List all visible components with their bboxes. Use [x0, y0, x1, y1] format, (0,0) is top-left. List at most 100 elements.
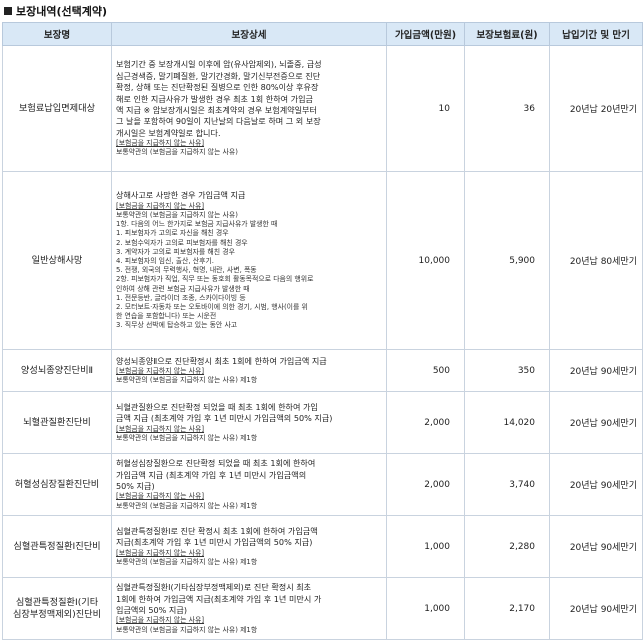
- period-cell: 20년납 90세만기: [549, 453, 643, 516]
- coverage-name: 일반상해사망: [31, 254, 83, 266]
- header-coverage-detail: 보장상세: [111, 22, 387, 46]
- exclusion-text-line: 보통약관의 (보험금을 지급하지 않는 사유): [116, 148, 238, 157]
- header-coverage-name: 보장명: [2, 22, 112, 46]
- exclusion-text-line: 보통약관의 (보험금을 지급하지 않는 사유) 제1항: [116, 625, 258, 634]
- exclusion-text-line: 2. 모터보트·자동차 또는 오토바이에 의한 경기, 시범, 행사(이를 위: [116, 303, 308, 312]
- coverage-name-cell: 일반상해사망: [2, 171, 112, 350]
- amount-cell: 500: [386, 349, 465, 392]
- coverage-table: 보장명 보장상세 가입금액(만원) 보장보험료(원) 납입기간 및 만기 보험료…: [2, 22, 643, 640]
- premium-cell: 14,020: [464, 391, 550, 454]
- detail-text-line: 지급(최초계약 가입 후 1년 미만시 가입금액의 50% 지급): [116, 537, 313, 548]
- exclusion-text-line: [보험금을 지급하지 않는 사유]: [116, 548, 205, 557]
- coverage-name-cell: 허혈성심장질환진단비: [2, 453, 112, 516]
- table-row: 심혈관특정질환Ⅰ진단비 심혈관특정질환Ⅰ로 진단 확정시 최초 1회에 한하여 가…: [2, 515, 643, 578]
- exclusion-text-line: 보통약관의 (보험금을 지급하지 않는 사유) 제1항: [116, 433, 258, 442]
- coverage-detail-cell: 심혈관특정질환Ⅰ(기타심장부정맥제외)로 진단 확정시 최초 1회에 한하여 가입…: [111, 577, 387, 640]
- period-cell: 20년납 80세만기: [549, 171, 643, 350]
- exclusion-text-line: 3. 직무상 선박에 탑승하고 있는 동안 사고: [116, 321, 238, 330]
- detail-text-line: 입금액의 50% 지급): [116, 605, 187, 615]
- exclusion-text-line: 보통약관의 (보험금을 지급하지 않는 사유) 제1항: [116, 557, 258, 566]
- coverage-name-cell: 심혈관특정질환Ⅰ진단비: [2, 515, 112, 578]
- amount-cell: 10: [386, 45, 465, 172]
- amount-cell: 1,000: [386, 515, 465, 578]
- premium-cell: 36: [464, 45, 550, 172]
- exclusion-text-line: 1항. 다음의 어느 한가지로 보험금 지급사유가 발생한 때: [116, 220, 278, 229]
- header-amount: 가입금액(만원): [386, 22, 465, 46]
- premium-cell: 5,900: [464, 171, 550, 350]
- header-period: 납입기간 및 만기: [549, 22, 643, 46]
- exclusion-text-line: [보험금을 지급하지 않는 사유]: [116, 367, 205, 375]
- coverage-name: 뇌혈관질환진단비: [23, 416, 91, 428]
- exclusion-text-line: 2항. 피보험자가 직업, 직무 또는 동호회 활동목적으로 다음의 행위로: [116, 275, 314, 284]
- detail-text-line: 금액 지급 (최초계약 가입 후 1년 미만시 가입금액의 50% 지급): [116, 413, 333, 424]
- premium-cell: 350: [464, 349, 550, 392]
- table-row: 허혈성심장질환진단비 허혈성심장질환으로 진단확정 되었을 때 최초 1회에 한하…: [2, 453, 643, 516]
- coverage-name: 심혈관특정질환Ⅰ(기타: [15, 596, 99, 608]
- exclusion-text-line: [보험금을 지급하지 않는 사유]: [116, 616, 205, 625]
- coverage-detail-cell: 뇌혈관질환으로 진단확정 되었을 때 최초 1회에 한하여 가입 금액 지급 (최…: [111, 391, 387, 454]
- exclusion-text-line: 2. 보험수익자가 고의로 피보험자를 해친 경우: [116, 238, 248, 247]
- detail-text-line: 50% 지급): [116, 481, 155, 491]
- coverage-name: 양성뇌종양진단비Ⅱ: [20, 364, 94, 376]
- coverage-name: 보험료납입면제대상: [18, 102, 96, 114]
- amount-cell: 2,000: [386, 453, 465, 516]
- exclusion-text-line: 보통약관의 (보험금을 지급하지 않는 사유) 제1항: [116, 501, 258, 510]
- detail-text-line: 확정, 상해 또는 진단확정된 질병으로 인한 80%이상 후유장: [116, 82, 319, 93]
- coverage-name-cell: 양성뇌종양진단비Ⅱ: [2, 349, 112, 392]
- table-row: 양성뇌종양진단비Ⅱ 양성뇌종양Ⅱ으로 진단확정시 최초 1회에 한하여 가입금액 …: [2, 349, 643, 392]
- header-premium: 보장보험료(원): [464, 22, 550, 46]
- coverage-detail-cell: 보험기간 중 보장개시일 이후에 암(유사암제외), 뇌졸중, 급성 심근경색증,…: [111, 45, 387, 172]
- coverage-name: 심혈관특정질환Ⅰ진단비: [13, 540, 101, 552]
- coverage-name-cell: 뇌혈관질환진단비: [2, 391, 112, 454]
- exclusion-text-line: [보험금을 지급하지 않는 사유]: [116, 424, 205, 433]
- detail-text-line: 심혈관특정질환Ⅰ로 진단 확정시 최초 1회에 한하여 가입금액: [116, 525, 318, 536]
- detail-text-line: 보험기간 중 보장개시일 이후에 암(유사암제외), 뇌졸중, 급성: [116, 59, 322, 70]
- detail-text-line: 가입금액 지급 (최초계약 가입 후 1년 미만시 가입금액의: [116, 469, 307, 480]
- detail-text-line: 해로 인한 지급사유가 발생한 경우 최초 1회 한하여 가입금: [116, 93, 313, 104]
- exclusion-text-line: 1. 전문등반, 글라이더 조종, 스카이다이빙 등: [116, 293, 246, 302]
- coverage-name-cell: 심혈관특정질환Ⅰ(기타 심장부정맥제외)진단비: [2, 577, 112, 640]
- detail-text-line: 1회에 한하여 가입금액 지급(최초계약 가입 후 1년 미만시 가: [116, 593, 322, 604]
- detail-text-line: 뇌혈관질환으로 진단확정 되었을 때 최초 1회에 한하여 가입: [116, 401, 318, 412]
- bullet-square-icon: [4, 7, 12, 15]
- coverage-detail-cell: 허혈성심장질환으로 진단확정 되었을 때 최초 1회에 한하여 가입금액 지급 (…: [111, 453, 387, 516]
- premium-cell: 2,170: [464, 577, 550, 640]
- detail-text-line: 상해사고로 사망한 경우 가입금액 지급: [116, 190, 246, 201]
- detail-text-line: 개시일은 보험계약일로 합니다.: [116, 127, 221, 138]
- coverage-detail-cell: 상해사고로 사망한 경우 가입금액 지급 [보험금을 지급하지 않는 사유] 보통약…: [111, 171, 387, 350]
- exclusion-text-line: [보험금을 지급하지 않는 사유]: [116, 201, 205, 210]
- period-cell: 20년납 20년만기: [549, 45, 643, 172]
- document-page: 보장내역(선택계약) 보장명 보장상세 가입금액(만원) 보장보험료(원) 납입…: [0, 0, 644, 640]
- detail-text-line: 그 날을 포함하여 90일이 지난날의 다음날로 하며 그 외 보장: [116, 116, 321, 127]
- exclusion-text-line: 3. 계약자가 고의로 피보험자를 해친 경우: [116, 247, 235, 256]
- period-cell: 20년납 90세만기: [549, 515, 643, 578]
- amount-cell: 1,000: [386, 577, 465, 640]
- coverage-name: 허혈성심장질환진단비: [14, 478, 100, 490]
- detail-text-line: 액 지급 ※ 암보장개시일은 최초계약의 경우 보험계약일부터: [116, 105, 317, 115]
- section-heading: 보장내역(선택계약): [4, 3, 107, 19]
- table-row: 심혈관특정질환Ⅰ(기타 심장부정맥제외)진단비 심혈관특정질환Ⅰ(기타심장부정맥제외…: [2, 577, 643, 640]
- amount-cell: 2,000: [386, 391, 465, 454]
- coverage-detail-cell: 양성뇌종양Ⅱ으로 진단확정시 최초 1회에 한하여 가입금액 지급 [보험금을 지…: [111, 349, 387, 392]
- exclusion-text-line: 1. 피보험자가 고의로 자신을 해친 경우: [116, 229, 229, 238]
- table-row: 뇌혈관질환진단비 뇌혈관질환으로 진단확정 되었을 때 최초 1회에 한하여 가입…: [2, 391, 643, 454]
- exclusion-text-line: 인하여 상해 관련 보험금 지급사유가 발생한 때: [116, 284, 250, 293]
- detail-text-line: 양성뇌종양Ⅱ으로 진단확정시 최초 1회에 한하여 가입금액 지급: [116, 355, 327, 366]
- coverage-name-cell: 보험료납입면제대상: [2, 45, 112, 172]
- detail-text-line: 심혈관특정질환Ⅰ(기타심장부정맥제외)로 진단 확정시 최초: [116, 582, 312, 593]
- exclusion-text-line: 4. 피보험자의 임신, 출산, 산후기.: [116, 257, 214, 265]
- coverage-name: 심장부정맥제외)진단비: [12, 608, 102, 620]
- period-cell: 20년납 90세만기: [549, 391, 643, 454]
- premium-cell: 2,280: [464, 515, 550, 578]
- amount-cell: 10,000: [386, 171, 465, 350]
- exclusion-text-line: 보통약관의 (보험금을 지급하지 않는 사유) 제1항: [116, 376, 258, 385]
- exclusion-text-line: 보통약관의 (보험금을 지급하지 않는 사유): [116, 210, 238, 219]
- period-cell: 20년납 90세만기: [549, 577, 643, 640]
- section-title: 보장내역(선택계약): [16, 5, 108, 18]
- exclusion-text-line: [보험금을 지급하지 않는 사유]: [116, 492, 205, 501]
- table-header-row: 보장명 보장상세 가입금액(만원) 보장보험료(원) 납입기간 및 만기: [2, 22, 643, 46]
- table-row: 보험료납입면제대상 보험기간 중 보장개시일 이후에 암(유사암제외), 뇌졸중,…: [2, 45, 643, 172]
- detail-text-line: 심근경색증, 말기폐질환, 말기간경화, 말기신부전증으로 진단: [116, 70, 321, 81]
- coverage-detail-cell: 심혈관특정질환Ⅰ로 진단 확정시 최초 1회에 한하여 가입금액 지급(최초계약 …: [111, 515, 387, 578]
- period-cell: 20년납 90세만기: [549, 349, 643, 392]
